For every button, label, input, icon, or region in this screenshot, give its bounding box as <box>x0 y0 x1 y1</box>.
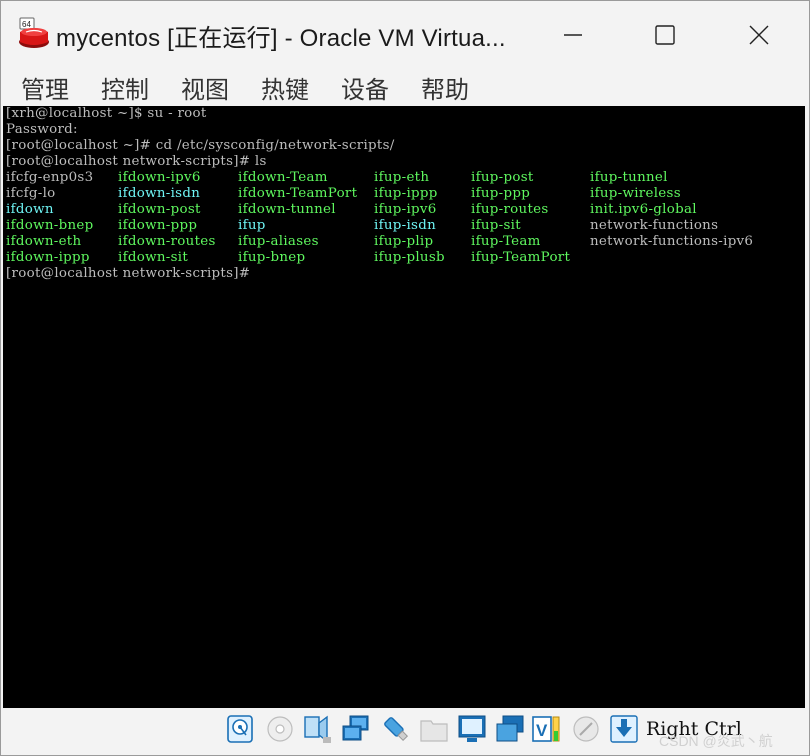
ls-entry: ifup-Team <box>471 234 541 249</box>
ls-entry: ifup-bnep <box>238 250 306 265</box>
ls-entry: ifup-sit <box>471 218 521 233</box>
console-line: [xrh@localhost ~]$ su - root <box>6 106 207 121</box>
ls-entry: ifup-plusb <box>374 250 445 265</box>
ls-entry: ifdown-isdn <box>118 186 201 201</box>
keyboard-capture-icon[interactable] <box>609 713 639 745</box>
shared-folders-icon[interactable] <box>419 713 449 745</box>
audio-icon[interactable] <box>303 713 333 745</box>
ls-entry: ifup-post <box>471 170 534 185</box>
maximize-icon <box>655 25 675 45</box>
minimize-icon <box>564 34 582 36</box>
ls-entry: ifdown-sit <box>118 250 189 265</box>
optical-drive-icon[interactable] <box>265 713 295 745</box>
ls-entry: ifdown-TeamPort <box>238 186 358 201</box>
menu-item-devices[interactable]: 设备 <box>341 70 389 105</box>
ls-entry: ifdown-bnep <box>6 218 94 233</box>
display-icon[interactable] <box>457 713 487 745</box>
console-line: [root@localhost network-scripts]# ls <box>6 154 267 169</box>
virtualbox-window: 64 mycentos [正在运行] - Oracle VM Virtua... <box>0 0 810 756</box>
ls-entry: ifdown-tunnel <box>238 202 336 217</box>
ls-entry: ifdown <box>6 202 54 217</box>
console-line: [root@localhost ~]# cd /etc/sysconfig/ne… <box>6 138 395 153</box>
ls-entry: ifup-plip <box>374 234 434 249</box>
ls-entry: ifup-aliases <box>238 234 319 249</box>
ls-entry: network-functions-ipv6 <box>590 234 754 249</box>
menu-item-hotkeys[interactable]: 热键 <box>261 70 309 105</box>
usb-icon[interactable] <box>381 713 411 745</box>
menu-item-view[interactable]: 视图 <box>181 70 229 105</box>
ls-entry: ifdown-ipv6 <box>118 170 201 185</box>
ls-entry: ifdown-Team <box>238 170 328 185</box>
ls-entry: ifcfg-lo <box>6 186 56 201</box>
menu-item-machine[interactable]: 管理 <box>21 70 69 105</box>
watermark: CSDN @炎武丶航 <box>659 733 773 749</box>
ls-entry: ifup-ippp <box>374 186 438 201</box>
ls-entry: ifup-TeamPort <box>471 250 571 265</box>
ls-entry: ifdown-eth <box>6 234 82 249</box>
vm-console-screen[interactable]: [xrh@localhost ~]$ su - root Password: [… <box>3 106 805 708</box>
ls-entry: ifup-routes <box>471 202 549 217</box>
ls-entry: ifup-isdn <box>374 218 437 233</box>
ls-entry: ifdown-post <box>118 202 201 217</box>
ls-entry: ifdown-ppp <box>118 218 198 233</box>
mouse-integration-icon[interactable] <box>571 713 601 745</box>
menu-bar: 管理 控制 视图 热键 设备 帮助 <box>1 65 809 105</box>
recording-icon[interactable]: V <box>531 713 561 745</box>
svg-text:V: V <box>536 721 548 740</box>
app-icon-badge: 64 <box>22 20 31 29</box>
ls-entry: ifup-wireless <box>590 186 681 201</box>
status-bar: V Right Ctrl CSDN @炎武丶航 <box>1 709 809 755</box>
network-icon[interactable] <box>341 713 371 745</box>
menu-item-help[interactable]: 帮助 <box>421 70 469 105</box>
video-capture-icon[interactable] <box>495 713 525 745</box>
console-line: Password: <box>6 122 78 137</box>
window-title: mycentos [正在运行] - Oracle VM Virtua... <box>56 25 506 52</box>
close-icon <box>749 25 769 45</box>
ls-entry: ifdown-routes <box>118 234 216 249</box>
minimize-button[interactable] <box>553 15 593 55</box>
ls-entry: init.ipv6-global <box>590 202 697 217</box>
virtualbox-app-icon[interactable]: 64 <box>17 16 51 52</box>
console-prompt: [root@localhost network-scripts]# <box>6 266 251 281</box>
ls-entry: ifup-tunnel <box>590 170 668 185</box>
ls-entry: ifup <box>238 218 266 233</box>
title-bar[interactable]: 64 mycentos [正在运行] - Oracle VM Virtua... <box>1 1 809 65</box>
ls-entry: ifup-ppp <box>471 186 531 201</box>
ls-entry: ifdown-ippp <box>6 250 90 265</box>
ls-entry: ifup-eth <box>374 170 430 185</box>
maximize-button[interactable] <box>645 15 685 55</box>
menu-item-control[interactable]: 控制 <box>101 70 149 105</box>
hard-disk-icon[interactable] <box>225 713 255 745</box>
ls-entry: ifup-ipv6 <box>374 202 437 217</box>
ls-entry: ifcfg-enp0s3 <box>6 170 94 185</box>
close-button[interactable] <box>739 15 779 55</box>
ls-entry: network-functions <box>590 218 719 233</box>
